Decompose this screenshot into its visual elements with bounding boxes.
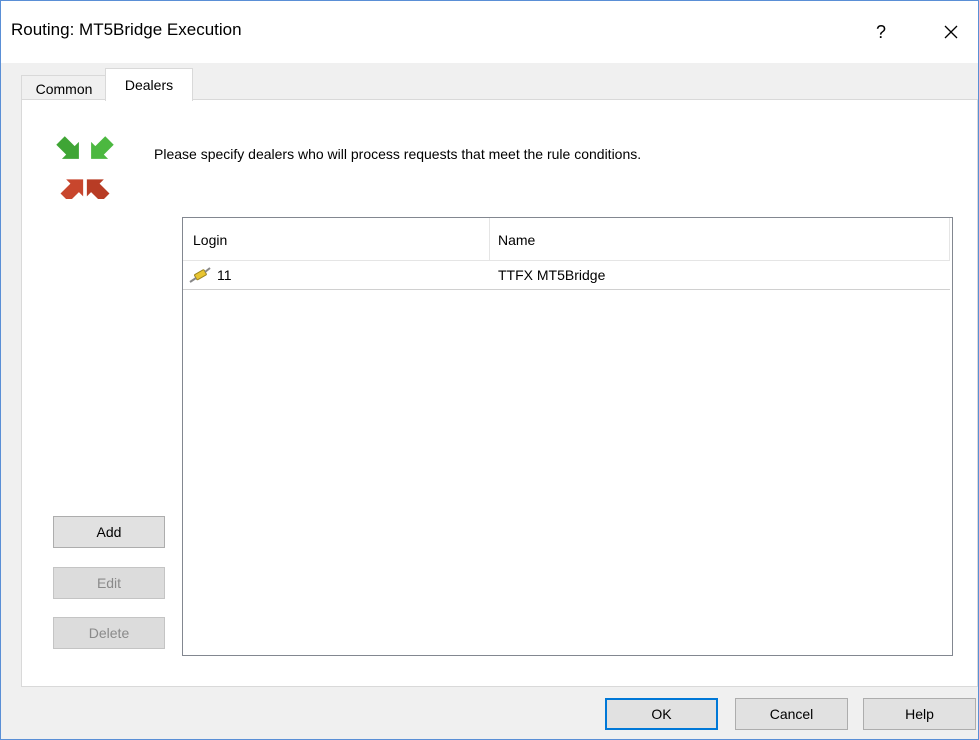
help-button[interactable]: Help: [863, 698, 976, 730]
tab-dealers[interactable]: Dealers: [105, 68, 193, 101]
column-header-name[interactable]: Name: [498, 232, 535, 248]
add-button[interactable]: Add: [53, 516, 165, 548]
list-header: Login Name: [183, 218, 950, 261]
dealers-list[interactable]: Login Name 11 TTFX MT5Bridge: [182, 217, 953, 656]
column-divider[interactable]: [489, 218, 490, 260]
instruction-text: Please specify dealers who will process …: [154, 146, 642, 162]
title-bar: Routing: MT5Bridge Execution ?: [1, 1, 978, 63]
routing-dialog: Routing: MT5Bridge Execution ? Common De…: [0, 0, 979, 740]
window-title: Routing: MT5Bridge Execution: [11, 20, 242, 39]
ok-button[interactable]: OK: [605, 698, 718, 730]
delete-button[interactable]: Delete: [53, 617, 165, 649]
row-name: TTFX MT5Bridge: [498, 267, 606, 283]
table-row[interactable]: 11 TTFX MT5Bridge: [183, 261, 950, 290]
help-question-button[interactable]: ?: [861, 15, 901, 49]
dealers-arrows-icon: [56, 136, 114, 199]
row-login: 11: [217, 267, 232, 283]
close-icon: [944, 25, 958, 39]
connector-icon: [189, 267, 211, 283]
close-button[interactable]: [931, 15, 971, 49]
edit-button[interactable]: Edit: [53, 567, 165, 599]
cancel-button[interactable]: Cancel: [735, 698, 848, 730]
tab-common[interactable]: Common: [21, 75, 107, 101]
column-header-login[interactable]: Login: [193, 232, 227, 248]
dealers-panel: Please specify dealers who will process …: [21, 99, 978, 687]
column-divider[interactable]: [949, 218, 950, 260]
